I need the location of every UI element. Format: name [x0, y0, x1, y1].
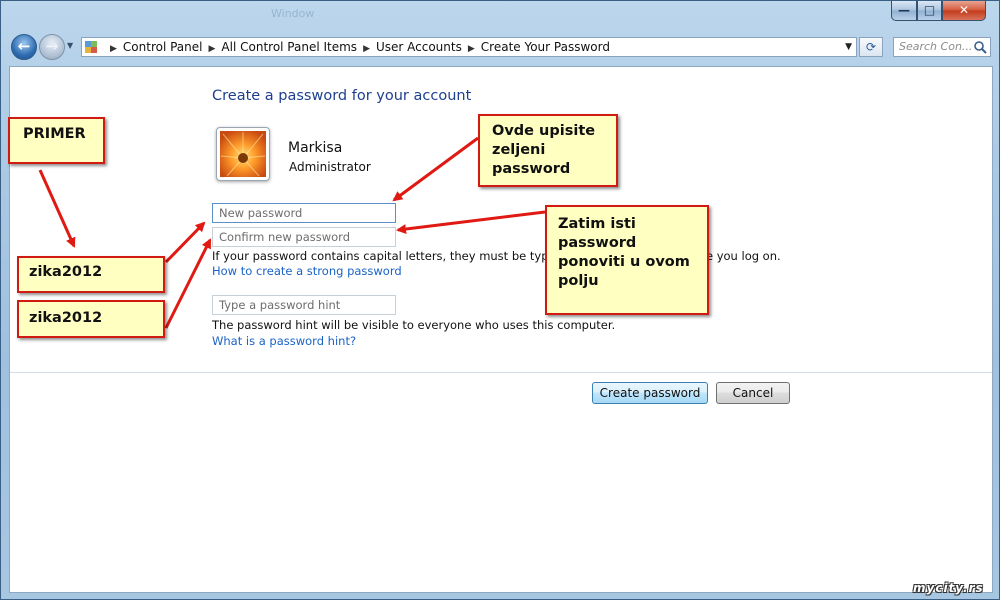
breadcrumb-chevron-icon[interactable]: ▶: [209, 40, 216, 58]
new-password-field[interactable]: [212, 203, 396, 223]
flower-picture-icon: [220, 131, 266, 177]
confirm-password-field[interactable]: [212, 227, 396, 247]
chevron-down-icon[interactable]: ▼: [845, 38, 852, 56]
maximize-button[interactable]: □: [917, 1, 942, 21]
watermark: mycity.rs: [913, 581, 984, 595]
callout-primer: PRIMER: [8, 117, 105, 164]
breadcrumb-item-all-items[interactable]: All Control Panel Items: [221, 40, 357, 54]
cancel-button[interactable]: Cancel: [716, 382, 790, 404]
arrow-left-icon: ←: [17, 37, 31, 55]
strong-password-link[interactable]: How to create a strong password: [212, 264, 402, 278]
divider: [10, 372, 992, 373]
user-name: Markisa: [288, 140, 343, 156]
window-caption: Window: [271, 7, 315, 20]
user-role: Administrator: [289, 160, 371, 174]
close-button[interactable]: ✕: [942, 1, 986, 21]
breadcrumb-item-create-password[interactable]: Create Your Password: [481, 40, 610, 54]
breadcrumb-item-control-panel[interactable]: Control Panel: [123, 40, 203, 54]
callout-enter-password: Ovde upisite zeljeni password: [478, 114, 618, 187]
create-password-button[interactable]: Create password: [592, 382, 708, 404]
breadcrumb-chevron-icon[interactable]: ▶: [468, 40, 475, 58]
password-hint-link[interactable]: What is a password hint?: [212, 334, 356, 348]
arrow-right-icon: →: [45, 37, 59, 55]
refresh-button[interactable]: ⟳: [859, 37, 883, 57]
avatar: [216, 127, 270, 181]
search-input[interactable]: Search Con...: [893, 37, 991, 57]
back-button[interactable]: ←: [11, 34, 37, 60]
page-title: Create a password for your account: [212, 88, 472, 104]
password-hint-field[interactable]: [212, 295, 396, 315]
callout-example-confirm: zika2012: [17, 300, 165, 338]
refresh-icon: ⟳: [865, 40, 877, 54]
breadcrumb-item-user-accounts[interactable]: User Accounts: [376, 40, 462, 54]
callout-example-password: zika2012: [17, 256, 165, 293]
address-bar[interactable]: ▶ Control Panel ▶ All Control Panel Items ▶ U…: [81, 37, 857, 57]
minimize-button[interactable]: —: [891, 1, 917, 21]
breadcrumb: ▶ Control Panel ▶ All Control Panel Items ▶ U…: [104, 38, 610, 56]
forward-button[interactable]: →: [39, 34, 65, 60]
search-icon[interactable]: [973, 40, 987, 54]
breadcrumb-chevron-icon[interactable]: ▶: [363, 40, 370, 58]
search-placeholder: Search Con...: [899, 40, 973, 53]
control-panel-icon: [85, 41, 97, 53]
callout-repeat-password: Zatim isti password ponoviti u ovom polj…: [545, 205, 709, 315]
hint-note: The password hint will be visible to eve…: [212, 318, 616, 332]
recent-pages-button[interactable]: ▼: [67, 41, 73, 50]
breadcrumb-chevron-icon: ▶: [110, 44, 117, 54]
